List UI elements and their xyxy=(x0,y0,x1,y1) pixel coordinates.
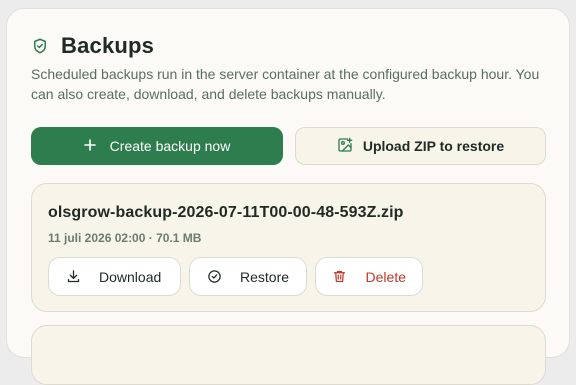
shield-check-icon xyxy=(31,36,51,56)
backup-meta: 11 juli 2026 02:00 · 70.1 MB xyxy=(48,231,202,245)
create-backup-button[interactable]: Create backup now xyxy=(31,127,283,165)
backup-filename: olsgrow-backup-2026-07-11T00-00-48-593Z.… xyxy=(48,204,404,221)
upload-zip-label: Upload ZIP to restore xyxy=(362,138,505,154)
restore-label: Restore xyxy=(240,268,290,285)
page-title: Backups xyxy=(61,33,155,58)
section-description: Scheduled backups run in the server cont… xyxy=(31,66,540,102)
delete-button[interactable]: Delete xyxy=(315,257,423,296)
check-circle-icon xyxy=(206,269,222,285)
plus-icon xyxy=(83,138,96,154)
image-plus-icon xyxy=(337,137,353,156)
backup-actions: Download Restore Delete xyxy=(48,257,423,296)
download-button[interactable]: Download xyxy=(48,257,181,296)
download-icon xyxy=(65,269,81,285)
backups-header: Backups xyxy=(31,33,154,59)
backup-item: olsgrow-backup-2026-07-11T00-00-48-593Z.… xyxy=(31,183,546,312)
delete-label: Delete xyxy=(365,268,406,285)
trash-icon xyxy=(332,269,348,285)
create-backup-label: Create backup now xyxy=(109,138,231,154)
upload-zip-button[interactable]: Upload ZIP to restore xyxy=(295,127,546,165)
backup-item xyxy=(31,325,546,385)
backups-card: Backups Scheduled backups run in the ser… xyxy=(6,8,570,385)
download-label: Download xyxy=(99,268,162,285)
restore-button[interactable]: Restore xyxy=(189,257,307,296)
